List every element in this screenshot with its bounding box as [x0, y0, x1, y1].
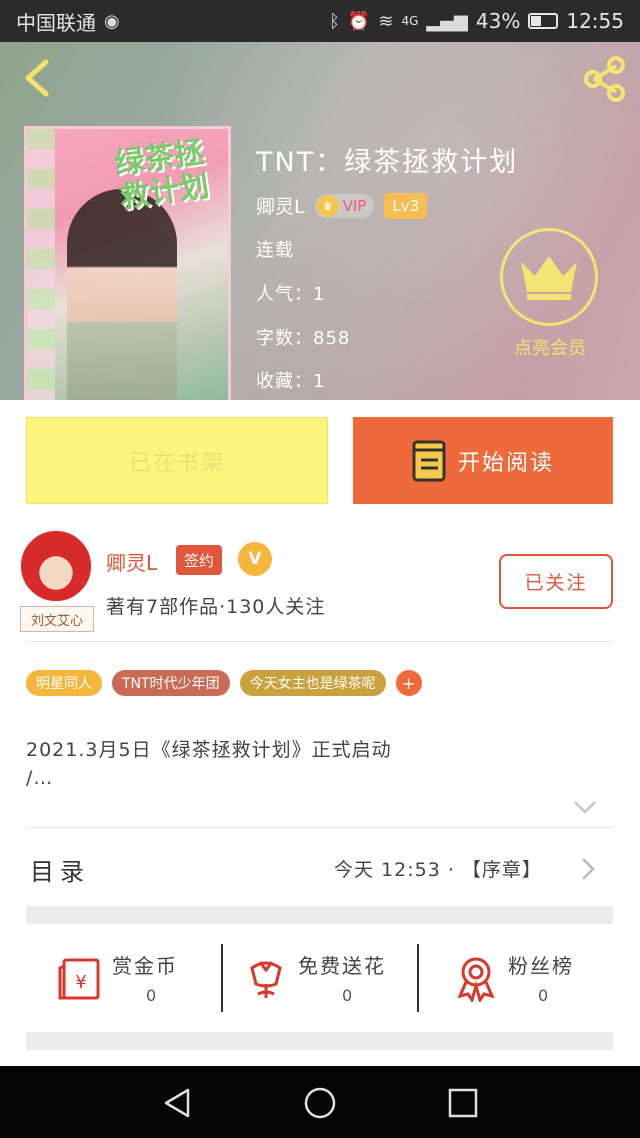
wifi-icon: ≋	[378, 10, 394, 32]
flower-label: 免费送花	[298, 954, 386, 978]
bounty-coin-button[interactable]: ¥ 赏金币 0	[56, 946, 206, 1010]
vip-label: VIP	[342, 196, 367, 215]
carrier-label: 中国联通	[16, 10, 96, 35]
word-count: 字数：858	[256, 328, 351, 349]
book-icon	[412, 440, 446, 481]
globe-icon: ◉	[104, 10, 120, 32]
crown-small-icon: ♛	[316, 194, 339, 217]
tag-list: 明星同人 TNT时代少年团 今天女主也是绿茶呢 +	[26, 670, 422, 696]
signal-icon: ▂▄▆	[426, 10, 468, 32]
book-header: 绿茶拯救计划 TNT：绿茶拯救计划 卿灵L ♛ VIP Lv3 连载 人气：1 …	[0, 42, 640, 400]
tag-chip[interactable]: 明星同人	[26, 670, 102, 696]
battery-percent: 43%	[475, 9, 521, 33]
bluetooth-icon: ᛒ	[329, 10, 340, 32]
shelf-button[interactable]: 已在书架	[26, 417, 328, 504]
bounty-value: 0	[146, 986, 157, 1005]
clock: 12:55	[566, 9, 624, 33]
system-nav-bar	[0, 1066, 640, 1138]
flower-value: 0	[342, 986, 353, 1005]
catalog-latest-chapter[interactable]: 今天 12:53 · 【序章】	[334, 855, 542, 882]
author-row: 卿灵L ♛ VIP Lv3	[256, 192, 428, 219]
chevron-right-icon[interactable]	[580, 856, 596, 882]
member-label: 点亮会员	[514, 338, 586, 359]
red-envelope-icon: ¥	[58, 958, 100, 1000]
fans-label: 粉丝榜	[508, 954, 574, 978]
description-line: 2021.3月5日《绿茶拯救计划》正式启动	[26, 739, 392, 761]
back-triangle-icon[interactable]	[160, 1086, 194, 1120]
medal-icon	[457, 957, 495, 1002]
vertical-divider	[221, 944, 223, 1012]
divider	[26, 827, 613, 828]
chevron-down-icon[interactable]	[572, 798, 598, 816]
favorites-count: 收藏：1	[256, 371, 326, 392]
member-button[interactable]: 点亮会员	[500, 228, 600, 360]
tag-chip[interactable]: 今天女主也是绿茶呢	[239, 670, 386, 696]
vertical-divider	[417, 944, 419, 1012]
start-reading-label: 开始阅读	[457, 450, 554, 476]
catalog-label[interactable]: 目录	[30, 852, 90, 887]
tag-chip[interactable]: TNT时代少年团	[112, 670, 230, 696]
section-separator	[26, 1032, 613, 1050]
more-tags-button[interactable]: +	[395, 670, 422, 696]
book-title: TNT：绿茶拯救计划	[256, 147, 519, 178]
description-line: /…	[26, 767, 54, 789]
cover-decoration	[27, 129, 55, 400]
author-name[interactable]: 卿灵L	[256, 192, 305, 219]
divider	[26, 641, 613, 642]
battery-icon	[528, 13, 559, 29]
send-flower-button[interactable]: 免费送花 0	[242, 946, 412, 1010]
svg-text:¥: ¥	[75, 972, 86, 993]
book-status: 连载	[256, 240, 294, 261]
start-reading-button[interactable]: 开始阅读	[353, 417, 613, 504]
verified-badge: V	[238, 542, 272, 576]
network-type: 4G	[401, 14, 419, 28]
follow-button[interactable]: 已关注	[499, 554, 613, 609]
cover-illustration	[67, 189, 177, 400]
alarm-icon: ⏰	[347, 10, 371, 32]
section-separator	[26, 906, 613, 924]
fan-ranking-button[interactable]: 粉丝榜 0	[452, 946, 602, 1010]
book-cover[interactable]: 绿茶拯救计划	[24, 126, 231, 400]
bounty-label: 赏金币	[112, 954, 178, 978]
vip-badge: ♛ VIP	[314, 193, 375, 218]
popularity: 人气：1	[256, 284, 326, 305]
chevron-left-icon[interactable]	[18, 56, 58, 100]
book-description[interactable]: 2021.3月5日《绿茶拯救计划》正式启动 /…	[26, 736, 586, 792]
author-stats: 著有7部作品·130人关注	[106, 596, 326, 618]
home-circle-icon[interactable]	[303, 1086, 337, 1120]
level-badge: Lv3	[384, 192, 428, 219]
cover-title: 绿茶拯救计划	[112, 134, 212, 216]
status-bar: 中国联通 ◉ ᛒ ⏰ ≋ 4G ▂▄▆ 43% 12:55	[0, 0, 640, 42]
avatar-tag: 刘文艾心	[20, 606, 94, 632]
share-icon[interactable]	[580, 54, 630, 104]
avatar[interactable]	[20, 530, 92, 602]
fans-value: 0	[538, 986, 549, 1005]
flower-icon	[250, 961, 282, 998]
signed-badge: 签约	[176, 545, 223, 575]
author-card-name[interactable]: 卿灵L	[106, 547, 157, 576]
crown-icon	[500, 228, 598, 326]
recents-square-icon[interactable]	[446, 1086, 480, 1120]
